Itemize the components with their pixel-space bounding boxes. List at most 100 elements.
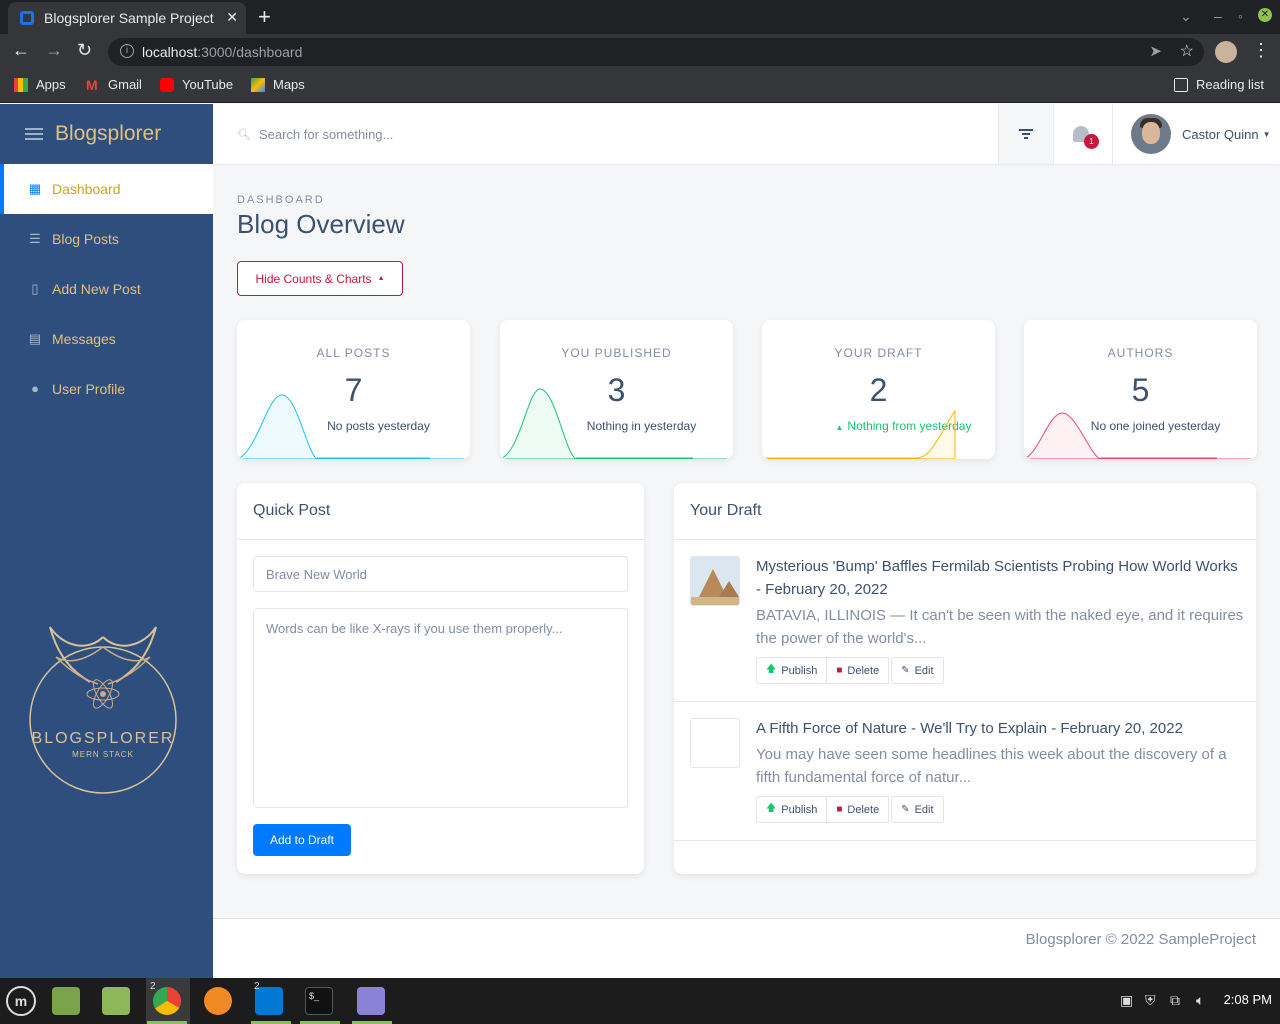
volume-icon[interactable]: 🔈︎ (1196, 992, 1204, 1009)
forward-icon[interactable]: → (45, 40, 63, 61)
sidebar-item-user-profile[interactable]: ● User Profile (0, 364, 213, 414)
publish-label: Publish (781, 803, 818, 816)
draft-actions: 🡅 Publish ■ Delete ✎ Edit (756, 657, 944, 684)
browser-menu-icon[interactable]: ⋮ (1252, 40, 1270, 61)
message-icon: ▤ (28, 331, 42, 346)
divider (674, 539, 1256, 540)
back-icon[interactable]: ← (12, 40, 30, 61)
page-subtitle: DASHBOARD (237, 194, 325, 206)
draft-title[interactable]: A Fifth Force of Nature - We'll Try to E… (756, 717, 1246, 740)
edit-label: Edit (914, 803, 934, 816)
list-icon: ☰ (29, 231, 41, 246)
publish-icon: 🡅 (766, 664, 777, 675)
divider (237, 539, 644, 540)
url-path: :3000/dashboard (197, 44, 303, 60)
chrome-icon[interactable] (153, 987, 181, 1015)
stat-value: 5 (1131, 372, 1150, 408)
post-title-input[interactable]: Brave New World (253, 556, 628, 592)
minimize-icon[interactable]: – (1214, 8, 1222, 24)
drafts-card: Your Draft Mysterious 'Bump' Baffles Fer… (674, 483, 1256, 874)
stat-sparkline (500, 388, 733, 459)
vscode-window-count: 2 (254, 981, 260, 992)
filter-button[interactable] (998, 104, 1053, 164)
reading-list[interactable]: Reading list (1174, 77, 1264, 92)
profile-avatar-icon[interactable] (1215, 41, 1237, 63)
stat-card-draft: YOUR DRAFT 2 ▲ Nothing from yesterday (762, 320, 995, 459)
notifications-button[interactable]: 1 (1053, 104, 1113, 164)
sidebar-item-dashboard[interactable]: ▦ Dashboard (0, 164, 213, 214)
mint-menu-icon[interactable]: m (6, 986, 36, 1016)
terminal-icon[interactable]: $_ (305, 987, 333, 1015)
sidebar-item-label: Blog Posts (52, 231, 119, 247)
notification-badge: 1 (1084, 134, 1099, 149)
user-name: Castor Quinn (1182, 126, 1259, 142)
stat-value: 2 (869, 372, 888, 408)
filter-icon (1019, 129, 1033, 139)
address-bar[interactable]: i localhost:3000/dashboard ➤ ☆ (108, 38, 1204, 66)
tab-title: Blogsplorer Sample Project (44, 10, 214, 26)
edit-button[interactable]: ✎ Edit (891, 657, 944, 684)
bookmark-maps[interactable]: Maps (251, 77, 305, 92)
delete-label: Delete (847, 803, 880, 816)
draft-thumbnail (690, 718, 740, 768)
files-icon[interactable] (52, 987, 80, 1015)
edit-button[interactable]: ✎ Edit (891, 796, 944, 823)
new-tab-icon[interactable]: + (258, 4, 271, 30)
network-icon[interactable]: ⧉ (1170, 992, 1180, 1009)
sidebar-item-label: Add New Post (52, 281, 141, 297)
delete-button[interactable]: ■ Delete (826, 796, 890, 823)
publish-button[interactable]: 🡅 Publish (756, 796, 828, 823)
url-host: localhost (142, 44, 198, 60)
bookmark-label: Gmail (108, 77, 142, 92)
publish-button[interactable]: 🡅 Publish (756, 657, 828, 684)
maximize-icon[interactable]: ◦ (1238, 8, 1243, 24)
search-input[interactable]: Search for something... (259, 127, 393, 142)
draft-actions: 🡅 Publish ■ Delete ✎ Edit (756, 796, 944, 823)
brand[interactable]: Blogsplorer (0, 104, 213, 164)
close-window-icon[interactable]: ✕ (1258, 8, 1272, 22)
gmail-icon: M (86, 76, 98, 93)
hamburger-icon[interactable] (25, 125, 43, 143)
search-icon: 🔍︎ (237, 128, 251, 141)
bookmark-star-icon[interactable]: ☆ (1180, 41, 1194, 61)
user-menu[interactable]: Castor Quinn ▼ (1131, 114, 1271, 154)
bookmark-label: Apps (36, 77, 66, 92)
firefox-icon[interactable] (204, 987, 232, 1015)
logo-subtext: MERN STACK (72, 750, 134, 759)
bookmark-gmail[interactable]: M Gmail (86, 77, 142, 92)
footer-copyright: Blogsplorer © 2022 SampleProject (1025, 931, 1256, 948)
draft-thumbnail (690, 556, 740, 606)
post-body-textarea[interactable]: Words can be like X-rays if you use them… (253, 608, 628, 808)
bookmark-youtube[interactable]: YouTube (160, 77, 233, 92)
stat-label: YOU PUBLISHED (561, 346, 672, 360)
text-editor-icon[interactable] (357, 987, 385, 1015)
folder-icon[interactable] (102, 987, 130, 1015)
close-tab-icon[interactable]: ✕ (226, 9, 238, 26)
sidebar-item-blog-posts[interactable]: ☰ Blog Posts (0, 214, 213, 264)
clock[interactable]: 2:08 PM (1224, 992, 1272, 1007)
delete-button[interactable]: ■ Delete (826, 657, 890, 684)
browser-tab[interactable]: Blogsplorer Sample Project ✕ (8, 2, 246, 34)
sidebar-item-messages[interactable]: ▤ Messages (0, 314, 213, 364)
hide-counts-button[interactable]: Hide Counts & Charts ▲ (237, 261, 403, 296)
youtube-icon (160, 77, 174, 92)
dashboard-icon: ▦ (28, 181, 42, 196)
stat-sparkline (1024, 412, 1257, 459)
blogsplorer-logo: BLOGSPLORER MERN STACK (28, 602, 178, 794)
site-info-icon[interactable]: i (120, 44, 134, 58)
add-to-draft-button[interactable]: Add to Draft (253, 824, 351, 856)
search-bar[interactable]: 🔍︎ Search for something... (237, 104, 393, 164)
bookmark-apps[interactable]: Apps (14, 77, 66, 92)
browser-toolbar: ← → ↻ i localhost:3000/dashboard ➤ ☆ ⋮ (0, 34, 1280, 70)
sidebar-item-label: User Profile (52, 381, 126, 397)
sidebar-item-add-new-post[interactable]: ▯ Add New Post (0, 264, 213, 314)
clipboard-icon[interactable]: ▣ (1120, 992, 1133, 1009)
apps-grid-icon (14, 77, 28, 92)
shield-icon[interactable]: ⛨ (1145, 992, 1156, 1009)
stat-sparkline (762, 409, 956, 459)
send-icon[interactable]: ➤ (1149, 42, 1162, 60)
tab-search-icon[interactable]: ⌄ (1180, 8, 1192, 25)
draft-title[interactable]: Mysterious 'Bump' Baffles Fermilab Scien… (756, 555, 1246, 601)
publish-icon: 🡅 (766, 803, 777, 814)
reload-icon[interactable]: ↻ (77, 40, 92, 61)
